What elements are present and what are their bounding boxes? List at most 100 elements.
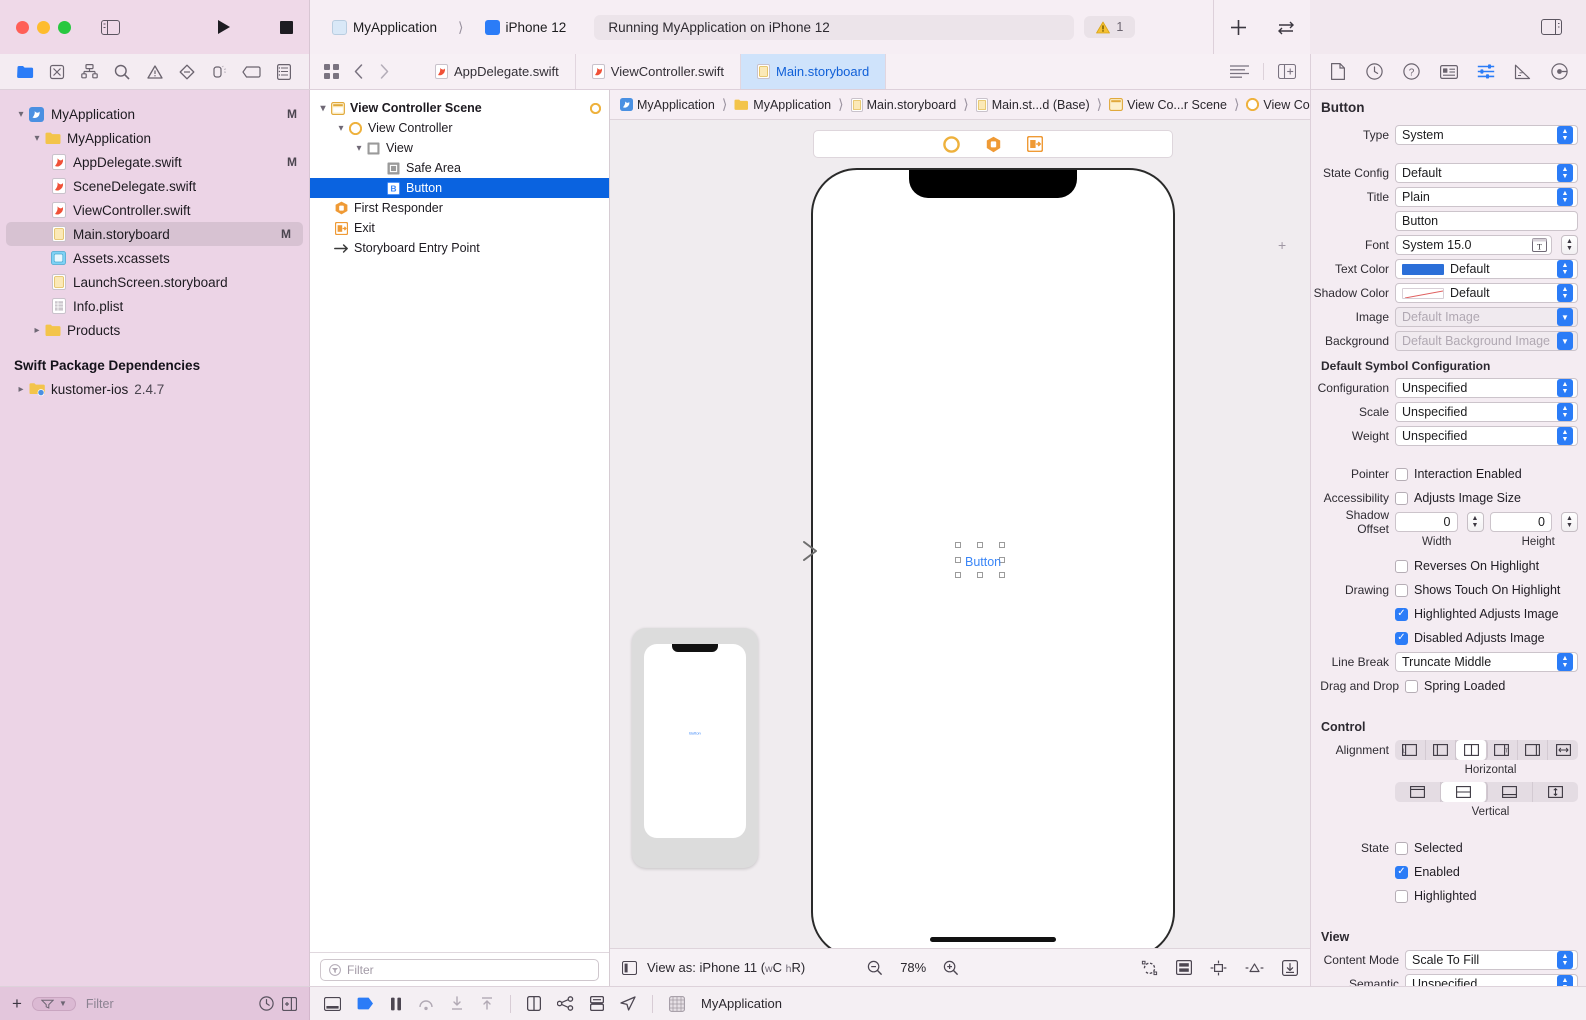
breadcrumb-label[interactable]: View Controller	[1263, 98, 1310, 112]
console-toggle-icon[interactable]	[324, 996, 341, 1011]
debug-navigator-icon[interactable]	[208, 61, 230, 83]
disclosure-triangle-right-icon[interactable]: ▸	[30, 325, 44, 336]
reverses-on-highlight-checkbox[interactable]	[1395, 559, 1408, 573]
configuration-select[interactable]: Unspecified ▲ ▼	[1395, 378, 1578, 398]
zoom-out-icon[interactable]	[867, 960, 883, 976]
swap-editors-icon[interactable]	[1269, 13, 1303, 41]
editor-tab-viewcontroller[interactable]: ViewController.swift	[576, 54, 741, 89]
memory-graph-icon[interactable]	[557, 996, 574, 1011]
scale-select[interactable]: Unspecified ▲ ▼	[1395, 402, 1578, 422]
chevron-down-icon[interactable]: ▼	[1557, 308, 1573, 326]
outline-item-exit[interactable]: Exit	[310, 218, 609, 238]
stop-icon[interactable]	[269, 13, 303, 41]
align-leading-icon[interactable]	[1426, 740, 1457, 760]
location-icon[interactable]	[620, 996, 636, 1011]
vertical-alignment-segmented[interactable]	[1395, 782, 1578, 802]
content-mode-select[interactable]: Scale To Fill ▲ ▼	[1405, 950, 1578, 970]
pointer-interaction-checkbox[interactable]	[1395, 467, 1408, 481]
popup-arrows-icon[interactable]: ▲▼	[1557, 284, 1573, 302]
disclosure-triangle-down-icon[interactable]: ▾	[352, 143, 366, 154]
selection-handle-ml[interactable]	[955, 557, 961, 563]
state-highlighted-checkbox[interactable]	[1395, 889, 1408, 903]
embed-in-icon[interactable]	[1176, 960, 1192, 975]
window-traffic-lights[interactable]	[16, 20, 71, 34]
navigator-item-infoplist[interactable]: Info.plist	[0, 294, 309, 318]
outline-item-view-controller-scene[interactable]: ▾ View Controller Scene	[310, 98, 609, 118]
view-as-label[interactable]: View as: iPhone 11 (wC hR)	[647, 960, 805, 975]
sidebar-toggle-icon[interactable]	[93, 13, 127, 41]
recent-files-filter-icon[interactable]	[259, 996, 274, 1011]
inspector-toggle-icon[interactable]	[1534, 13, 1568, 41]
state-config-select[interactable]: Default ▲ ▼	[1395, 163, 1578, 183]
step-over-icon[interactable]	[418, 997, 434, 1011]
horizontal-alignment-segmented[interactable]: L T	[1395, 740, 1578, 760]
popup-arrows-icon[interactable]: ▲▼	[1557, 653, 1573, 671]
view-hierarchy-icon[interactable]	[527, 996, 541, 1011]
add-editor-icon[interactable]	[1278, 64, 1296, 79]
issue-navigator-icon[interactable]	[144, 61, 166, 83]
shadow-color-select[interactable]: Default ▲ ▼	[1395, 283, 1578, 303]
source-control-filter-icon[interactable]	[282, 996, 297, 1011]
project-navigator-icon[interactable]	[14, 61, 36, 83]
selection-handle-br[interactable]	[999, 572, 1005, 578]
breadcrumb-label[interactable]: Main.st...d (Base)	[992, 98, 1090, 112]
iphone-canvas-device[interactable]: Button	[811, 168, 1175, 948]
canvas-button[interactable]: Button	[965, 555, 1001, 569]
popup-arrows-icon[interactable]: ▲▼	[1557, 379, 1573, 397]
resolve-issues-icon[interactable]	[1282, 959, 1298, 976]
add-file-icon[interactable]: +	[12, 994, 22, 1014]
popup-arrows-icon[interactable]: ▲▼	[1557, 951, 1573, 969]
filter-scope-button[interactable]: ▼	[31, 996, 76, 1011]
file-inspector-icon[interactable]	[1326, 60, 1350, 84]
editor-tab-mainstoryboard[interactable]: Main.storyboard	[740, 54, 887, 89]
editor-tab-appdelegate[interactable]: AppDelegate.swift	[419, 54, 576, 89]
exit-dock-icon[interactable]	[1027, 136, 1043, 152]
popup-arrows-icon[interactable]: ▲▼	[1557, 188, 1573, 206]
variables-view-icon[interactable]	[357, 997, 374, 1010]
outline-item-safe-area[interactable]: Safe Area	[310, 158, 609, 178]
breadcrumb-label[interactable]: View Co...r Scene	[1127, 98, 1227, 112]
outline-item-view[interactable]: ▾ View	[310, 138, 609, 158]
breadcrumb-label[interactable]: MyApplication	[637, 98, 715, 112]
highlighted-adjusts-image-checkbox[interactable]: ✓	[1395, 607, 1408, 621]
outline-item-storyboard-entry-point[interactable]: Storyboard Entry Point	[310, 238, 609, 258]
disclosure-triangle-right-icon[interactable]: ▸	[14, 384, 28, 395]
selection-handle-bc[interactable]	[977, 572, 983, 578]
semantic-select[interactable]: Unspecified ▲▼	[1405, 974, 1578, 986]
breadcrumb-label[interactable]: MyApplication	[753, 98, 831, 112]
outline-item-view-controller[interactable]: ▾ View Controller	[310, 118, 609, 138]
document-outline-toggle-icon[interactable]	[622, 960, 637, 975]
navigator-filter-placeholder[interactable]: Filter	[86, 997, 114, 1011]
image-combo[interactable]: Default Image ▼	[1395, 307, 1578, 327]
shows-touch-on-highlight-checkbox[interactable]	[1395, 583, 1408, 597]
symbol-navigator-icon[interactable]	[79, 61, 101, 83]
align-trailing-icon[interactable]: T	[1487, 740, 1518, 760]
close-window-button[interactable]	[16, 20, 29, 34]
identity-inspector-icon[interactable]	[1437, 60, 1461, 84]
warning-badge[interactable]: 1	[1084, 16, 1136, 38]
font-picker-icon[interactable]: T	[1532, 238, 1547, 252]
connections-inspector-icon[interactable]	[1548, 60, 1572, 84]
text-color-select[interactable]: Default ▲ ▼	[1395, 259, 1578, 279]
step-into-icon[interactable]	[450, 996, 464, 1011]
popup-arrows-icon[interactable]: ▲▼	[1557, 260, 1573, 278]
destination-selector[interactable]: iPhone 12	[477, 17, 575, 38]
align-bottom-icon[interactable]	[1487, 782, 1533, 802]
editor-options-icon[interactable]	[1230, 65, 1249, 78]
navigator-item-launchscreen[interactable]: LaunchScreen.storyboard	[0, 270, 309, 294]
align-top-icon[interactable]	[1395, 782, 1441, 802]
title-text-input[interactable]: Button	[1395, 211, 1578, 231]
disclosure-triangle-down-icon[interactable]: ▾	[334, 123, 348, 134]
popup-arrows-icon[interactable]: ▲▼	[1557, 164, 1573, 182]
navigator-item-assets[interactable]: Assets.xcassets	[0, 246, 309, 270]
add-icon[interactable]	[1221, 13, 1255, 41]
breadcrumb-label[interactable]: Main.storyboard	[867, 98, 957, 112]
selection-handle-tc[interactable]	[977, 542, 983, 548]
navigator-item-myapplication-group[interactable]: ▾ MyApplication	[0, 126, 309, 150]
align-center-icon[interactable]	[1456, 740, 1488, 760]
type-select[interactable]: System ▲ ▼	[1395, 125, 1578, 145]
popup-arrows-icon[interactable]: ▲▼	[1557, 126, 1573, 144]
selection-handle-bl[interactable]	[955, 572, 961, 578]
update-frames-icon[interactable]	[1141, 960, 1158, 976]
navigator-item-appdelegate[interactable]: AppDelegate.swift M	[0, 150, 309, 174]
